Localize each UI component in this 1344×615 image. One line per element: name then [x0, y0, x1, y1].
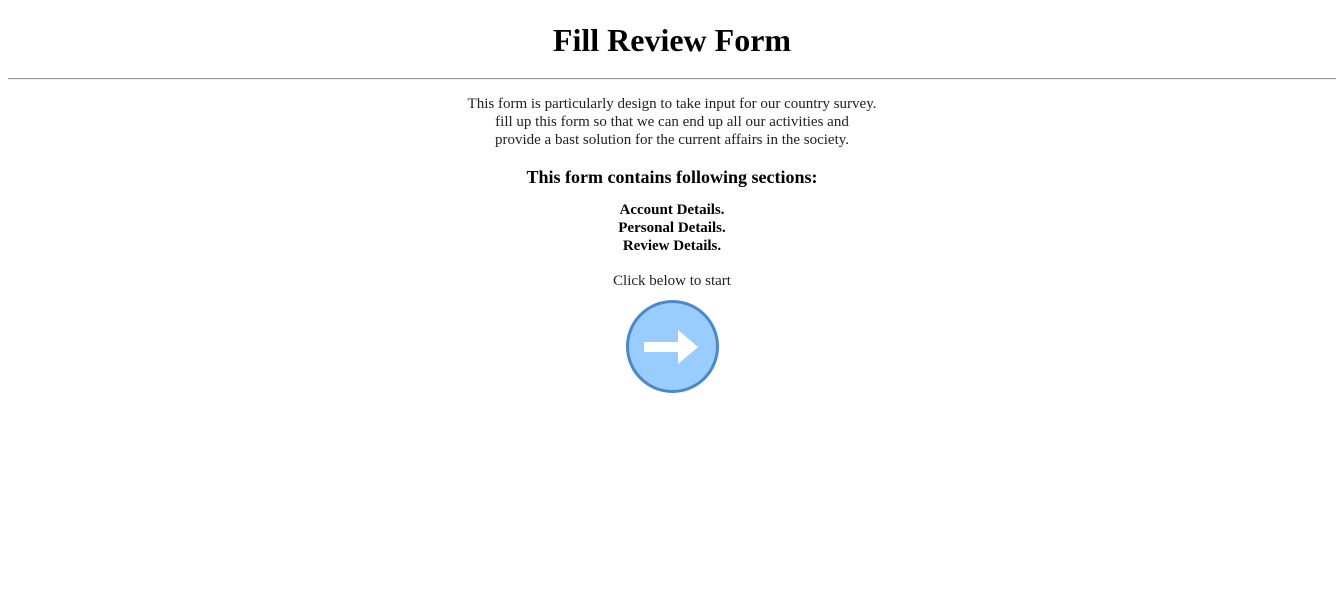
start-button[interactable]: [625, 300, 719, 393]
intro-line: This form is particularly design to take…: [467, 96, 877, 112]
right-arrow-icon: [644, 329, 698, 364]
section-item-account: Account Details.: [619, 202, 725, 218]
start-instruction: Click below to start: [613, 273, 731, 289]
section-item-review: Review Details.: [622, 238, 722, 254]
section-item-personal: Personal Details.: [618, 220, 726, 236]
page-title: Fill Review Form: [552, 22, 792, 58]
page: Fill Review Form This form is particular…: [0, 0, 1344, 615]
sections-heading: This form contains following sections:: [526, 167, 818, 187]
intro-text: This form is particularly design to take…: [0, 95, 1344, 149]
main-content: This form is particularly design to take…: [0, 95, 1344, 398]
intro-line: fill up this form so that we can end up …: [495, 114, 849, 130]
sections-list: Account Details. Personal Details. Revie…: [0, 201, 1344, 255]
intro-line: provide a bast solution for the current …: [494, 132, 850, 148]
divider: [8, 78, 1336, 80]
